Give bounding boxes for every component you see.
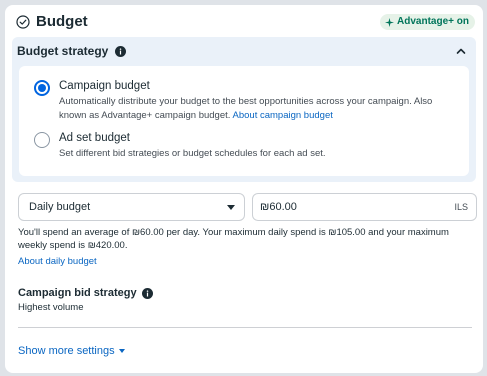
budget-strategy-title: Budget strategy xyxy=(17,44,109,58)
budget-strategy-options: Campaign budget Automatically distribute… xyxy=(19,66,469,176)
ad-set-budget-radio[interactable] xyxy=(34,132,50,148)
divider xyxy=(18,327,472,328)
about-daily-budget-link[interactable]: About daily budget xyxy=(18,256,97,267)
caret-down-icon xyxy=(227,205,235,210)
bid-strategy-label: Campaign bid strategy xyxy=(18,287,137,299)
budget-header: Budget Advantage+ on xyxy=(5,5,483,39)
info-icon[interactable] xyxy=(115,46,126,57)
campaign-budget-title[interactable]: Campaign budget xyxy=(59,80,150,92)
bid-strategy-info-icon[interactable] xyxy=(142,288,153,299)
campaign-budget-description: Automatically distribute your budget to … xyxy=(59,95,464,123)
budget-amount-input[interactable]: ₪60.00 ILS xyxy=(252,193,477,221)
budget-amount-value: ₪60.00 xyxy=(260,201,297,213)
bid-strategy-value: Highest volume xyxy=(18,302,84,313)
bid-strategy-title: Campaign bid strategy xyxy=(18,287,137,299)
budget-strategy-header[interactable]: Budget strategy xyxy=(12,37,476,65)
ad-set-budget-title[interactable]: Ad set budget xyxy=(59,132,130,144)
chevron-down-icon xyxy=(118,349,125,353)
advantage-badge[interactable]: Advantage+ on xyxy=(380,14,475,30)
budget-strategy-panel: Budget strategy Campaign budget Automati… xyxy=(12,37,476,182)
section-title: Budget xyxy=(36,13,88,30)
campaign-budget-radio[interactable] xyxy=(34,80,50,96)
budget-type-value: Daily budget xyxy=(29,201,91,213)
ad-set-budget-description: Set different bid strategies or budget s… xyxy=(59,148,326,159)
chevron-up-icon[interactable] xyxy=(456,47,466,55)
show-more-settings-link[interactable]: Show more settings xyxy=(18,345,125,357)
about-campaign-budget-link[interactable]: About campaign budget xyxy=(233,110,333,121)
campaign-budget-desc-line2: known as Advantage+ campaign budget. xyxy=(59,110,233,121)
show-more-settings-label: Show more settings xyxy=(18,345,115,357)
sparkle-icon xyxy=(385,17,395,27)
budget-type-dropdown[interactable]: Daily budget xyxy=(18,193,245,221)
spend-info-text: You'll spend an average of ₪60.00 per da… xyxy=(18,227,449,251)
advantage-badge-label: Advantage+ on xyxy=(397,16,469,27)
budget-card: Budget Advantage+ on Budget strategy Cam… xyxy=(5,5,483,373)
currency-label: ILS xyxy=(454,202,468,212)
check-circle-icon xyxy=(16,15,30,29)
campaign-budget-desc-line1: Automatically distribute your budget to … xyxy=(59,96,433,107)
